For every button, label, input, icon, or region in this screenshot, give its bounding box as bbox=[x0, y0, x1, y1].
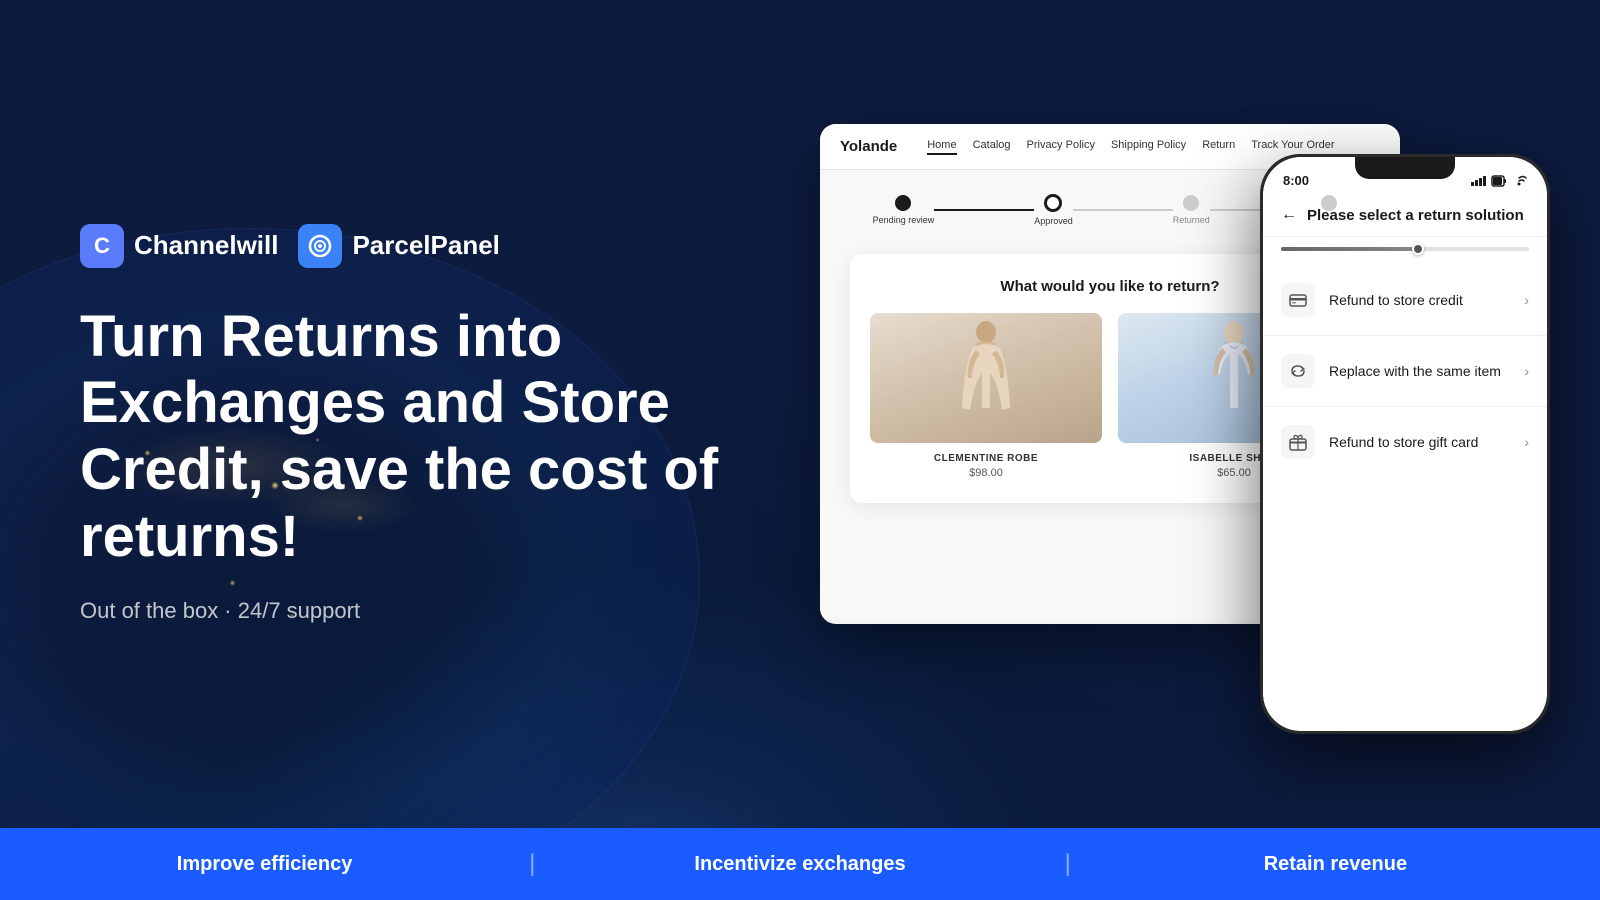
right-side: Yolande Home Catalog Privacy Policy Ship… bbox=[820, 104, 1520, 724]
step-pending: Pending review bbox=[873, 195, 935, 225]
step-label-approved: Approved bbox=[1034, 216, 1073, 226]
step-circle-approved bbox=[1044, 194, 1062, 212]
content-area: C Channelwill ParcelPanel bbox=[0, 0, 1600, 828]
option-store-credit[interactable]: Refund to store credit › bbox=[1263, 265, 1547, 336]
nav-link-return[interactable]: Return bbox=[1202, 139, 1235, 155]
nav-link-home[interactable]: Home bbox=[927, 139, 956, 155]
product-image-clementine bbox=[870, 313, 1102, 443]
left-side: C Channelwill ParcelPanel bbox=[80, 204, 760, 625]
product-name-clementine: CLEMENTINE ROBE bbox=[870, 453, 1102, 464]
channelwill-text: Channelwill bbox=[134, 230, 278, 261]
bottom-item-revenue: Retain revenue bbox=[1071, 853, 1600, 876]
nav-links: Home Catalog Privacy Policy Shipping Pol… bbox=[927, 139, 1334, 155]
return-options: Refund to store credit › bbox=[1263, 257, 1547, 731]
gift-card-icon bbox=[1281, 425, 1315, 459]
nav-link-shipping[interactable]: Shipping Policy bbox=[1111, 139, 1186, 155]
phone-screen-title: Please select a return solution bbox=[1307, 207, 1524, 224]
option-chevron-store-credit: › bbox=[1524, 292, 1529, 308]
main-headline: Turn Returns into Exchanges and Store Cr… bbox=[80, 304, 760, 571]
progress-thumb[interactable] bbox=[1412, 243, 1424, 255]
nav-link-track[interactable]: Track Your Order bbox=[1251, 139, 1334, 155]
channelwill-icon: C bbox=[80, 224, 124, 268]
step-label-returned: Returned bbox=[1173, 215, 1210, 225]
nav-link-privacy[interactable]: Privacy Policy bbox=[1027, 139, 1095, 155]
parcelpanel-text: ParcelPanel bbox=[352, 230, 499, 261]
progress-fill bbox=[1281, 247, 1417, 251]
phone-screen: 8:00 bbox=[1263, 157, 1547, 731]
top-section: C Channelwill ParcelPanel bbox=[0, 0, 1600, 828]
progress-track bbox=[1281, 247, 1529, 251]
parcelpanel-logo: ParcelPanel bbox=[298, 224, 499, 268]
bottom-item-efficiency: Improve efficiency bbox=[0, 853, 529, 876]
step-circle-pending bbox=[895, 195, 911, 211]
status-time: 8:00 bbox=[1283, 173, 1309, 188]
store-name: Yolande bbox=[840, 138, 897, 155]
option-text-gift-card: Refund to store gift card bbox=[1329, 434, 1510, 450]
option-text-store-credit: Refund to store credit bbox=[1329, 292, 1510, 308]
option-text-replace: Replace with the same item bbox=[1329, 363, 1510, 379]
step-approved: Approved bbox=[1034, 194, 1073, 226]
nav-link-catalog[interactable]: Catalog bbox=[973, 139, 1011, 155]
step-line-2 bbox=[1073, 209, 1173, 211]
replace-icon bbox=[1281, 354, 1315, 388]
dialog-title: What would you like to return? bbox=[966, 278, 1254, 295]
parcelpanel-icon bbox=[298, 224, 342, 268]
step-circle-resolved bbox=[1321, 195, 1337, 211]
phone-mockup: 8:00 bbox=[1260, 154, 1550, 734]
phone-header: ← Please select a return solution bbox=[1263, 194, 1547, 237]
option-gift-card[interactable]: Refund to store gift card › bbox=[1263, 407, 1547, 477]
step-returned: Returned bbox=[1173, 195, 1210, 225]
product-card-clementine[interactable]: CLEMENTINE ROBE $98.00 bbox=[870, 313, 1102, 479]
status-icons bbox=[1471, 175, 1527, 187]
step-circle-returned bbox=[1183, 195, 1199, 211]
subtitle: Out of the box · 24/7 support bbox=[80, 598, 760, 624]
logo-row: C Channelwill ParcelPanel bbox=[80, 224, 760, 268]
phone-notch bbox=[1355, 157, 1455, 179]
option-replace-same[interactable]: Replace with the same item › bbox=[1263, 336, 1547, 407]
page-wrapper: C Channelwill ParcelPanel bbox=[0, 0, 1600, 900]
phone-progress bbox=[1263, 237, 1547, 257]
back-arrow-icon[interactable]: ← bbox=[1281, 206, 1297, 224]
bottom-bar: Improve efficiency | Incentivize exchang… bbox=[0, 828, 1600, 900]
option-chevron-gift-card: › bbox=[1524, 434, 1529, 450]
channelwill-logo: C Channelwill bbox=[80, 224, 278, 268]
store-credit-icon bbox=[1281, 283, 1315, 317]
step-label-pending: Pending review bbox=[873, 215, 935, 225]
step-line-1 bbox=[934, 209, 1034, 211]
bottom-item-exchanges: Incentivize exchanges bbox=[535, 853, 1064, 876]
option-chevron-replace: › bbox=[1524, 363, 1529, 379]
product-price-clementine: $98.00 bbox=[870, 467, 1102, 479]
